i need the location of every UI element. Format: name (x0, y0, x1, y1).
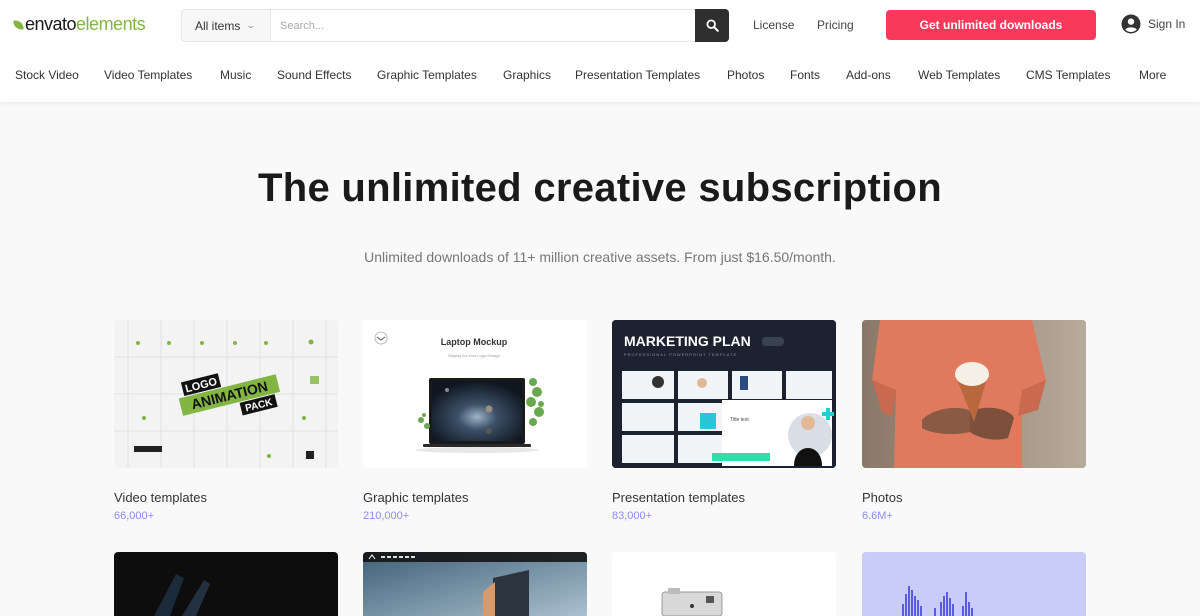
card-title[interactable]: Video templates (114, 490, 338, 505)
category-card-video-templates[interactable]: LOGO ANIMATION PACK Video templates 66,0… (114, 320, 338, 522)
sign-in-link[interactable]: Sign In (1121, 14, 1185, 34)
card-title[interactable]: Graphic templates (363, 490, 587, 505)
marketing-plan-image: MARKETING PLAN PROFESSIONAL POWERPOINT T… (612, 320, 836, 468)
category-card-web-templates-thumbnail[interactable] (363, 552, 587, 616)
category-card-music-thumbnail[interactable] (862, 552, 1086, 616)
get-unlimited-downloads-button[interactable]: Get unlimited downloads (886, 10, 1096, 40)
site-header: envato elements All items ⌄ License Pric… (0, 0, 1200, 102)
building-sky-image (363, 552, 587, 616)
hero-subtitle: Unlimited downloads of 11+ million creat… (364, 249, 836, 265)
thumb-text-laptop-subtitle: Display for Your Logo Design (448, 353, 500, 358)
hero-title: The unlimited creative subscription (258, 166, 942, 210)
search-input[interactable] (271, 10, 695, 41)
category-nav: Stock Video Video Templates Music Sound … (0, 68, 1200, 86)
graphic-templates-thumbnail[interactable]: Laptop Mockup Display for Your Logo Desi… (363, 320, 587, 468)
nav-fonts[interactable]: Fonts (790, 68, 820, 82)
nav-presentation-templates[interactable]: Presentation Templates (575, 68, 700, 82)
search-icon (705, 19, 719, 32)
thumb-text-title-text: Title text (730, 417, 749, 423)
nav-web-templates[interactable]: Web Templates (918, 68, 1000, 82)
presentation-templates-thumbnail[interactable]: MARKETING PLAN PROFESSIONAL POWERPOINT T… (612, 320, 836, 468)
nav-photos[interactable]: Photos (727, 68, 764, 82)
license-link[interactable]: License (753, 18, 794, 32)
card-count: 210,000+ (363, 510, 410, 522)
category-card-stock-video-thumbnail[interactable] (114, 552, 338, 616)
dark-hands-image (154, 574, 210, 616)
thumb-text-subtitle: PROFESSIONAL POWERPOINT TEMPLATE (624, 352, 737, 357)
nav-video-templates[interactable]: Video Templates (104, 68, 192, 82)
envato-elements-logo[interactable]: envato elements (13, 14, 146, 35)
search-bar: All items ⌄ (181, 9, 729, 42)
camera-image (661, 588, 723, 616)
thumb-text-marketing-plan: MARKETING PLAN (624, 333, 751, 349)
nav-graphic-templates[interactable]: Graphic Templates (377, 68, 477, 82)
user-icon (1121, 14, 1141, 34)
logo-brand: envato (25, 14, 77, 34)
logo-animation-pack-image: LOGO ANIMATION PACK (114, 320, 338, 468)
card-count: 83,000+ (612, 510, 653, 522)
search-button[interactable] (695, 9, 729, 42)
chevron-down-icon: ⌄ (245, 20, 257, 30)
category-card-presentation-templates[interactable]: MARKETING PLAN PROFESSIONAL POWERPOINT T… (612, 320, 836, 522)
nav-add-ons[interactable]: Add-ons (846, 68, 891, 82)
leaf-icon (13, 18, 24, 31)
category-card-photos[interactable]: Photos 6.6M+ (862, 320, 1086, 522)
nav-sound-effects[interactable]: Sound Effects (277, 68, 352, 82)
nav-music[interactable]: Music (220, 68, 251, 82)
ice-cream-photo (862, 320, 1086, 468)
category-card-3d-thumbnail[interactable] (612, 552, 836, 616)
sign-in-label: Sign In (1148, 17, 1186, 31)
category-select[interactable]: All items ⌄ (182, 10, 271, 41)
laptop-mockup-image: Laptop Mockup Display for Your Logo Desi… (363, 320, 587, 468)
card-title[interactable]: Photos (862, 490, 1086, 505)
card-count: 6.6M+ (862, 510, 893, 522)
audio-waveform-image (902, 586, 973, 616)
category-card-graphic-templates[interactable]: Laptop Mockup Display for Your Logo Desi… (363, 320, 587, 522)
video-templates-thumbnail[interactable]: LOGO ANIMATION PACK (114, 320, 338, 468)
photos-thumbnail[interactable] (862, 320, 1086, 468)
logo-product: elements (76, 14, 146, 34)
nav-cms-templates[interactable]: CMS Templates (1026, 68, 1110, 82)
pricing-link[interactable]: Pricing (817, 18, 854, 32)
nav-graphics[interactable]: Graphics (503, 68, 551, 82)
nav-more[interactable]: More (1139, 68, 1166, 82)
category-select-label: All items (195, 18, 241, 33)
card-title[interactable]: Presentation templates (612, 490, 836, 505)
nav-stock-video[interactable]: Stock Video (15, 68, 79, 82)
card-count: 66,000+ (114, 510, 155, 522)
thumb-text-laptop-mockup: Laptop Mockup (441, 337, 508, 347)
